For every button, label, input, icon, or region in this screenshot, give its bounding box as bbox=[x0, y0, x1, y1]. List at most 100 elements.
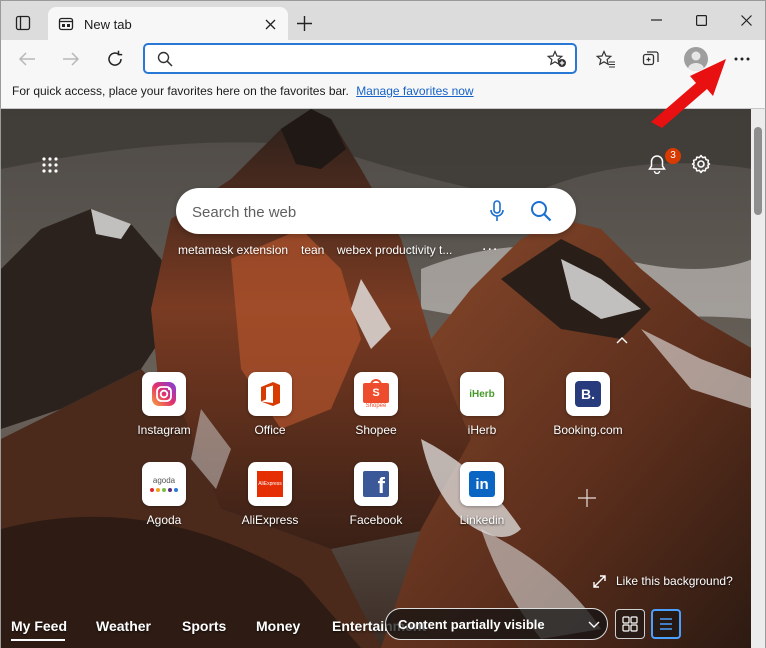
search-icon bbox=[531, 201, 552, 222]
web-search-box[interactable] bbox=[176, 188, 576, 234]
list-icon bbox=[660, 618, 672, 630]
quick-link-linkedin[interactable]: in Linkedin bbox=[437, 462, 527, 538]
page-settings-button[interactable] bbox=[688, 151, 714, 177]
iherb-icon: iHerb bbox=[460, 372, 504, 416]
quick-link-label: iHerb bbox=[467, 423, 497, 437]
quick-link-office[interactable]: Office bbox=[225, 372, 315, 448]
trending-search-link[interactable]: tean bbox=[301, 243, 324, 257]
active-tab-indicator bbox=[11, 639, 65, 641]
quick-link-label: Instagram bbox=[137, 423, 191, 437]
facebook-icon: f bbox=[354, 462, 398, 506]
quick-link-facebook[interactable]: f Facebook bbox=[331, 462, 421, 538]
quick-link-label: Agoda bbox=[146, 513, 182, 527]
new-tab-page-icon bbox=[58, 16, 74, 32]
back-arrow-icon bbox=[18, 52, 35, 66]
collapse-quick-links-button[interactable] bbox=[613, 331, 631, 349]
chevron-down-icon bbox=[581, 621, 607, 628]
facebook-logo-text: f bbox=[363, 471, 389, 497]
forward-arrow-icon bbox=[63, 52, 80, 66]
scrollbar-thumb[interactable] bbox=[754, 127, 762, 215]
grid-icon bbox=[622, 616, 638, 632]
expand-icon bbox=[593, 574, 606, 588]
favorites-icon bbox=[596, 50, 615, 68]
feed-navigation: My Feed Weather Sports Money Entertainme… bbox=[1, 606, 753, 648]
address-input[interactable] bbox=[181, 49, 531, 69]
quick-link-instagram[interactable]: Instagram bbox=[119, 372, 209, 448]
linkedin-icon: in bbox=[460, 462, 504, 506]
maximize-icon bbox=[695, 14, 707, 26]
trending-search-link[interactable]: webex productivity t... bbox=[337, 243, 452, 257]
booking-icon: B. bbox=[566, 372, 610, 416]
content-visibility-dropdown[interactable]: Content partially visible bbox=[385, 608, 608, 640]
apps-launcher-button[interactable] bbox=[37, 152, 63, 178]
manage-favorites-link[interactable]: Manage favorites now bbox=[356, 84, 473, 98]
add-quick-link-button[interactable] bbox=[575, 486, 599, 510]
collections-icon bbox=[642, 51, 659, 66]
instagram-icon bbox=[142, 372, 186, 416]
new-tab-page: 3 metamask extension tean webex producti… bbox=[0, 109, 766, 648]
quick-link-label: Linkedin bbox=[459, 513, 505, 527]
gear-icon bbox=[691, 154, 711, 174]
close-tab-button[interactable] bbox=[256, 10, 284, 38]
notification-count-badge: 3 bbox=[665, 148, 681, 164]
back-button[interactable] bbox=[12, 44, 42, 74]
page-scrollbar[interactable] bbox=[751, 109, 765, 648]
agoda-icon: agoda bbox=[142, 462, 186, 506]
like-background-button[interactable]: Like this background? bbox=[593, 574, 733, 588]
tab-title: New tab bbox=[84, 16, 132, 32]
chevron-up-icon bbox=[616, 336, 628, 343]
more-trending-button[interactable]: ... bbox=[482, 237, 498, 255]
quick-link-label: Facebook bbox=[349, 513, 403, 527]
close-window-button[interactable] bbox=[731, 7, 761, 33]
settings-and-more-button[interactable] bbox=[727, 44, 757, 74]
microphone-icon bbox=[490, 200, 504, 221]
forward-button[interactable] bbox=[56, 44, 86, 74]
quick-link-shopee[interactable]: S Shopee Shopee bbox=[331, 372, 421, 448]
quick-link-aliexpress[interactable]: AliExpress AliExpress bbox=[225, 462, 315, 538]
refresh-icon bbox=[108, 50, 123, 66]
agoda-logo-text: agoda bbox=[152, 475, 176, 485]
quick-link-booking[interactable]: B. Booking.com bbox=[543, 372, 633, 448]
collections-button[interactable] bbox=[636, 44, 666, 74]
refresh-button[interactable] bbox=[100, 44, 130, 74]
close-icon bbox=[265, 19, 275, 29]
tab-actions-icon bbox=[15, 15, 31, 31]
tab-actions-button[interactable] bbox=[9, 9, 37, 37]
favorites-bar-prompt: For quick access, place your favorites h… bbox=[0, 78, 766, 109]
linkedin-logo-text: in bbox=[469, 471, 495, 497]
favorites-button[interactable] bbox=[591, 44, 621, 74]
grid-layout-button[interactable] bbox=[615, 609, 645, 639]
add-favorite-button[interactable] bbox=[546, 50, 567, 73]
feed-tab-my-feed[interactable]: My Feed bbox=[11, 618, 67, 634]
profile-avatar[interactable] bbox=[684, 47, 708, 71]
like-background-label: Like this background? bbox=[616, 574, 733, 588]
minimize-button[interactable] bbox=[641, 7, 671, 33]
feed-tab-money[interactable]: Money bbox=[256, 618, 300, 634]
voice-search-button[interactable] bbox=[486, 198, 508, 224]
search-submit-button[interactable] bbox=[528, 198, 554, 224]
quick-link-label: Office bbox=[254, 423, 286, 437]
web-search-input[interactable] bbox=[192, 201, 472, 223]
maximize-button[interactable] bbox=[686, 7, 716, 33]
content-visibility-value: Content partially visible bbox=[398, 616, 545, 632]
trending-search-link[interactable]: metamask extension bbox=[178, 243, 288, 257]
office-icon bbox=[248, 372, 292, 416]
new-tab-button[interactable] bbox=[291, 10, 317, 36]
quick-link-label: AliExpress bbox=[241, 513, 299, 527]
app-grid-icon bbox=[42, 157, 58, 173]
shopee-icon: S Shopee bbox=[354, 372, 398, 416]
bell-icon bbox=[648, 155, 666, 174]
feed-tab-sports[interactable]: Sports bbox=[182, 618, 226, 634]
booking-logo-text: B. bbox=[575, 381, 601, 407]
quick-link-agoda[interactable]: agoda Agoda bbox=[119, 462, 209, 538]
toolbar bbox=[0, 40, 766, 78]
tab-strip: New tab bbox=[0, 0, 766, 41]
more-icon bbox=[734, 57, 750, 61]
quick-link-iherb[interactable]: iHerb iHerb bbox=[437, 372, 527, 448]
aliexpress-icon: AliExpress bbox=[248, 462, 292, 506]
active-tab[interactable]: New tab bbox=[48, 7, 288, 41]
feed-tab-weather[interactable]: Weather bbox=[96, 618, 151, 634]
address-bar[interactable] bbox=[143, 43, 577, 74]
minimize-icon bbox=[650, 19, 662, 21]
list-layout-button[interactable] bbox=[651, 609, 681, 639]
